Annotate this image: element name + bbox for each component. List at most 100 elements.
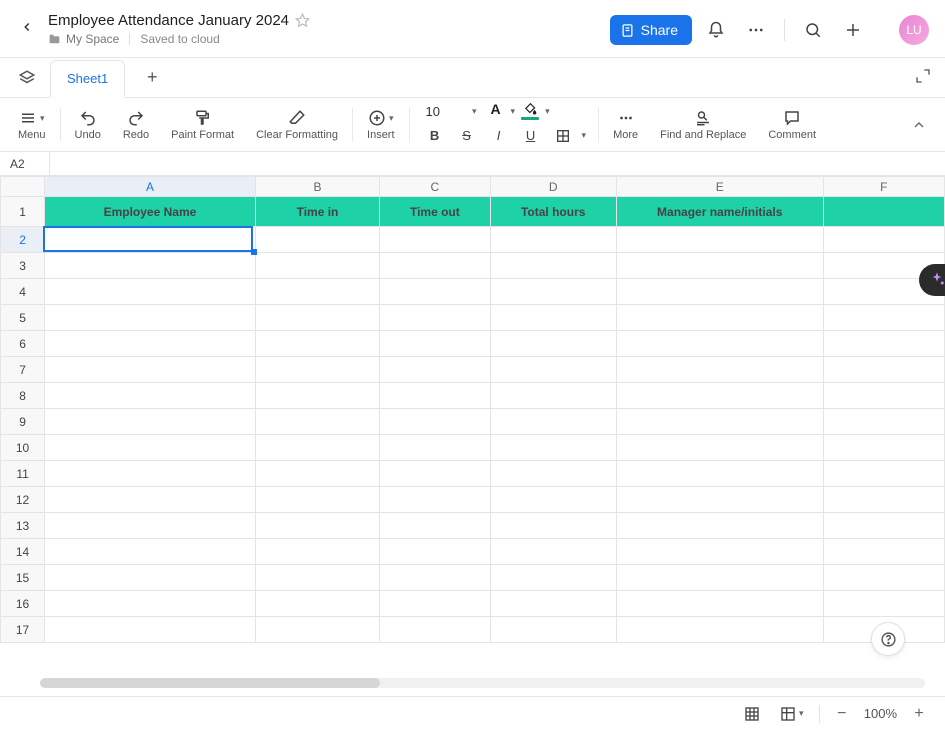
cell[interactable] bbox=[45, 305, 256, 331]
cell[interactable] bbox=[380, 279, 490, 305]
fullscreen-button[interactable] bbox=[915, 68, 931, 84]
cell[interactable]: Manager name/initials bbox=[616, 197, 823, 227]
cell[interactable] bbox=[45, 591, 256, 617]
undo-button[interactable]: Undo bbox=[65, 98, 111, 151]
cell[interactable] bbox=[255, 617, 379, 643]
cell[interactable] bbox=[490, 513, 616, 539]
cell[interactable] bbox=[616, 565, 823, 591]
cell[interactable] bbox=[616, 461, 823, 487]
cell[interactable] bbox=[490, 591, 616, 617]
cell[interactable] bbox=[380, 305, 490, 331]
cell[interactable] bbox=[823, 197, 944, 227]
more-menu-button[interactable] bbox=[740, 14, 772, 46]
column-header[interactable]: C bbox=[380, 177, 490, 197]
view-mode-dropdown[interactable]: ▾ bbox=[775, 701, 809, 727]
borders-button[interactable] bbox=[550, 124, 576, 148]
row-header[interactable]: 3 bbox=[1, 253, 45, 279]
cell[interactable] bbox=[380, 357, 490, 383]
cell[interactable] bbox=[616, 305, 823, 331]
row-header[interactable]: 13 bbox=[1, 513, 45, 539]
cell[interactable] bbox=[823, 565, 944, 591]
cell[interactable] bbox=[490, 539, 616, 565]
cell[interactable] bbox=[490, 461, 616, 487]
cell[interactable] bbox=[255, 539, 379, 565]
cell[interactable] bbox=[255, 305, 379, 331]
zoom-level[interactable]: 100% bbox=[864, 706, 897, 721]
cell[interactable]: Employee Name bbox=[45, 197, 256, 227]
zoom-out-button[interactable]: − bbox=[830, 705, 854, 723]
cell[interactable] bbox=[380, 513, 490, 539]
column-header[interactable]: B bbox=[255, 177, 379, 197]
name-box[interactable]: A2 bbox=[0, 152, 50, 175]
scrollbar-thumb[interactable] bbox=[40, 678, 380, 688]
cell[interactable] bbox=[823, 357, 944, 383]
cell[interactable] bbox=[823, 435, 944, 461]
sheet-tab-active[interactable]: Sheet1 bbox=[50, 60, 125, 98]
cell[interactable] bbox=[490, 487, 616, 513]
cell[interactable] bbox=[45, 617, 256, 643]
star-icon[interactable] bbox=[295, 13, 310, 28]
row-header[interactable]: 4 bbox=[1, 279, 45, 305]
cell[interactable]: Total hours bbox=[490, 197, 616, 227]
cell[interactable] bbox=[45, 513, 256, 539]
cell[interactable] bbox=[380, 409, 490, 435]
cell[interactable] bbox=[255, 513, 379, 539]
cell[interactable] bbox=[616, 279, 823, 305]
bold-button[interactable]: B bbox=[422, 124, 448, 148]
cell[interactable] bbox=[490, 227, 616, 253]
collapse-toolbar-button[interactable] bbox=[911, 98, 937, 151]
cell[interactable] bbox=[45, 565, 256, 591]
folder-breadcrumb[interactable]: My Space bbox=[48, 32, 119, 46]
cell[interactable] bbox=[380, 461, 490, 487]
row-header[interactable]: 7 bbox=[1, 357, 45, 383]
chevron-down-icon[interactable]: ▾ bbox=[511, 106, 516, 117]
cell[interactable] bbox=[255, 409, 379, 435]
cell[interactable] bbox=[255, 227, 379, 253]
doc-title[interactable]: Employee Attendance January 2024 bbox=[48, 12, 289, 29]
fill-color-button[interactable] bbox=[521, 102, 539, 120]
cell[interactable] bbox=[490, 331, 616, 357]
cell[interactable] bbox=[45, 539, 256, 565]
cell[interactable] bbox=[823, 539, 944, 565]
row-header[interactable]: 10 bbox=[1, 435, 45, 461]
zoom-in-button[interactable]: + bbox=[907, 705, 931, 723]
cell[interactable] bbox=[616, 253, 823, 279]
cell[interactable] bbox=[255, 279, 379, 305]
cell[interactable] bbox=[380, 487, 490, 513]
chevron-down-icon[interactable]: ▾ bbox=[545, 106, 550, 117]
notifications-button[interactable] bbox=[700, 14, 732, 46]
cell[interactable] bbox=[490, 409, 616, 435]
cell[interactable] bbox=[45, 383, 256, 409]
cell[interactable] bbox=[823, 461, 944, 487]
cell[interactable] bbox=[616, 357, 823, 383]
font-size-selector[interactable]: 10 ▾ bbox=[422, 102, 481, 121]
redo-button[interactable]: Redo bbox=[113, 98, 159, 151]
cell[interactable] bbox=[380, 539, 490, 565]
underline-button[interactable]: U bbox=[518, 124, 544, 148]
view-normal-button[interactable] bbox=[739, 701, 765, 727]
row-header[interactable]: 6 bbox=[1, 331, 45, 357]
cell[interactable] bbox=[255, 383, 379, 409]
cell[interactable] bbox=[380, 253, 490, 279]
cell[interactable]: Time out bbox=[380, 197, 490, 227]
cell[interactable] bbox=[255, 331, 379, 357]
spreadsheet-grid[interactable]: ABCDEF1Employee NameTime inTime outTotal… bbox=[0, 176, 945, 674]
add-sheet-button[interactable]: + bbox=[135, 67, 169, 88]
search-button[interactable] bbox=[797, 14, 829, 46]
cell[interactable] bbox=[45, 409, 256, 435]
cell[interactable] bbox=[45, 487, 256, 513]
cell[interactable] bbox=[823, 227, 944, 253]
row-header[interactable]: 11 bbox=[1, 461, 45, 487]
row-header[interactable]: 17 bbox=[1, 617, 45, 643]
column-header[interactable]: A bbox=[45, 177, 256, 197]
cell[interactable] bbox=[255, 461, 379, 487]
cell[interactable] bbox=[616, 409, 823, 435]
sheets-list-button[interactable] bbox=[12, 69, 42, 87]
chevron-down-icon[interactable]: ▾ bbox=[582, 130, 587, 141]
cell[interactable] bbox=[255, 435, 379, 461]
insert-button[interactable]: ▾ Insert bbox=[357, 98, 405, 151]
cell[interactable] bbox=[380, 331, 490, 357]
clear-formatting-button[interactable]: Clear Formatting bbox=[246, 98, 348, 151]
cell[interactable] bbox=[380, 591, 490, 617]
paint-format-button[interactable]: Paint Format bbox=[161, 98, 244, 151]
